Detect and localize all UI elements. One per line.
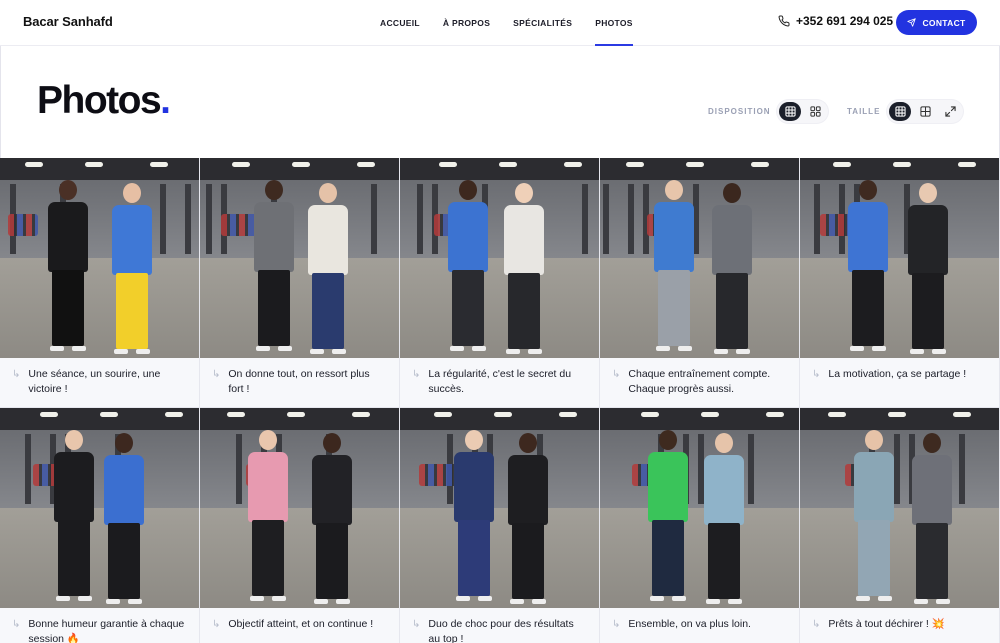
caption-text: La régularité, c'est le secret du succès… (428, 368, 572, 395)
photo-image[interactable] (800, 408, 999, 608)
size-large-button[interactable] (939, 102, 961, 121)
corner-arrow-icon: ↳ (12, 619, 21, 630)
corner-arrow-icon: ↳ (812, 619, 821, 630)
photo-caption: ↳ Une séance, un sourire, une victoire ! (0, 358, 199, 407)
photo-card[interactable]: ↳ Duo de choc pour des résultats au top ! (400, 408, 599, 643)
photo-image[interactable] (0, 408, 199, 608)
photo-image[interactable] (400, 408, 599, 608)
corner-arrow-icon: ↳ (412, 619, 421, 630)
layout-dense-button[interactable] (779, 102, 801, 121)
contact-label: CONTACT (922, 17, 966, 28)
photo-caption: ↳ Ensemble, on va plus loin. (600, 608, 799, 643)
corner-arrow-icon: ↳ (612, 619, 621, 630)
photo-card[interactable]: ↳ Ensemble, on va plus loin. (600, 408, 799, 643)
photo-card[interactable]: ↳ Prêts à tout déchirer ! 💥 (800, 408, 999, 643)
photo-caption: ↳ On donne tout, on ressort plus fort ! (200, 358, 399, 407)
photo-image[interactable] (200, 408, 399, 608)
caption-text: Chaque entraînement compte. Chaque progr… (628, 368, 771, 395)
grid-4-icon (809, 106, 821, 117)
layout-label: DISPOSITION (708, 107, 771, 116)
corner-arrow-icon: ↳ (412, 369, 421, 380)
photo-caption: ↳ Bonne humeur garantie à chaque session … (0, 608, 199, 643)
caption-text: La motivation, ça se partage ! (828, 368, 967, 380)
expand-icon (944, 106, 956, 117)
corner-arrow-icon: ↳ (12, 369, 21, 380)
photo-caption: ↳ Objectif atteint, et on continue ! (200, 608, 399, 643)
phone-link[interactable]: +352 691 294 025 (778, 14, 893, 28)
contact-button[interactable]: CONTACT (896, 10, 977, 35)
caption-text: Prêts à tout déchirer ! 💥 (828, 618, 945, 630)
photo-card[interactable]: ↳ Bonne humeur garantie à chaque session … (0, 408, 199, 643)
photo-card[interactable]: ↳ Une séance, un sourire, une victoire ! (0, 158, 199, 407)
caption-text: Bonne humeur garantie à chaque session 🔥 (28, 618, 185, 643)
size-small-button[interactable] (889, 102, 911, 121)
nav-item-a-propos[interactable]: À PROPOS (443, 0, 490, 46)
phone-icon (778, 15, 790, 27)
caption-text: Ensemble, on va plus loin. (628, 618, 751, 630)
photo-image[interactable] (0, 158, 199, 358)
photo-caption: ↳ Prêts à tout déchirer ! 💥 (800, 608, 999, 643)
photo-card[interactable]: ↳ Chaque entraînement compte. Chaque prog… (600, 158, 799, 407)
photo-caption: ↳ Chaque entraînement compte. Chaque prog… (600, 358, 799, 407)
grid-dense-icon (784, 106, 796, 117)
photo-image[interactable] (600, 158, 799, 358)
grid-4-icon (919, 106, 931, 117)
layout-toggle (777, 100, 828, 123)
corner-arrow-icon: ↳ (212, 369, 221, 380)
size-medium-button[interactable] (914, 102, 936, 121)
photo-image[interactable] (400, 158, 599, 358)
layout-grid-button[interactable] (804, 102, 826, 121)
photo-grid: ↳ Une séance, un sourire, une victoire ! ↳… (0, 158, 1000, 643)
photo-caption: ↳ La motivation, ça se partage ! (800, 358, 999, 407)
page-title: Photos. (37, 79, 171, 122)
nav-item-photos[interactable]: PHOTOS (595, 0, 633, 46)
photo-image[interactable] (800, 158, 999, 358)
corner-arrow-icon: ↳ (212, 619, 221, 630)
caption-text: Duo de choc pour des résultats au top ! (428, 618, 574, 643)
nav-item-accueil[interactable]: ACCUEIL (380, 0, 420, 46)
gallery-header: Photos. DISPOSITION TAILLE (0, 46, 1000, 158)
brand-name[interactable]: Bacar Sanhafd (23, 14, 113, 29)
photo-card[interactable]: ↳ On donne tout, on ressort plus fort ! (200, 158, 399, 407)
main-nav: ACCUEIL À PROPOS SPÉCIALITÉS PHOTOS (380, 0, 656, 46)
caption-text: On donne tout, on ressort plus fort ! (228, 368, 370, 395)
size-label: TAILLE (847, 107, 881, 116)
caption-text: Objectif atteint, et on continue ! (228, 618, 374, 630)
photo-caption: ↳ Duo de choc pour des résultats au top ! (400, 608, 599, 643)
photo-caption: ↳ La régularité, c'est le secret du succè… (400, 358, 599, 407)
send-icon (907, 18, 917, 27)
photo-card[interactable]: ↳ La motivation, ça se partage ! (800, 158, 999, 407)
photo-image[interactable] (200, 158, 399, 358)
corner-arrow-icon: ↳ (812, 369, 821, 380)
site-header: Bacar Sanhafd ACCUEIL À PROPOS SPÉCIALIT… (0, 0, 1000, 46)
title-dot: . (160, 79, 171, 122)
caption-text: Une séance, un sourire, une victoire ! (28, 368, 161, 395)
photo-card[interactable]: ↳ La régularité, c'est le secret du succè… (400, 158, 599, 407)
photo-image[interactable] (600, 408, 799, 608)
phone-number: +352 691 294 025 (796, 14, 894, 28)
corner-arrow-icon: ↳ (612, 369, 621, 380)
nav-item-specialites[interactable]: SPÉCIALITÉS (513, 0, 572, 46)
photo-card[interactable]: ↳ Objectif atteint, et on continue ! (200, 408, 399, 643)
grid-dense-icon (894, 106, 906, 117)
size-toggle (887, 100, 963, 123)
